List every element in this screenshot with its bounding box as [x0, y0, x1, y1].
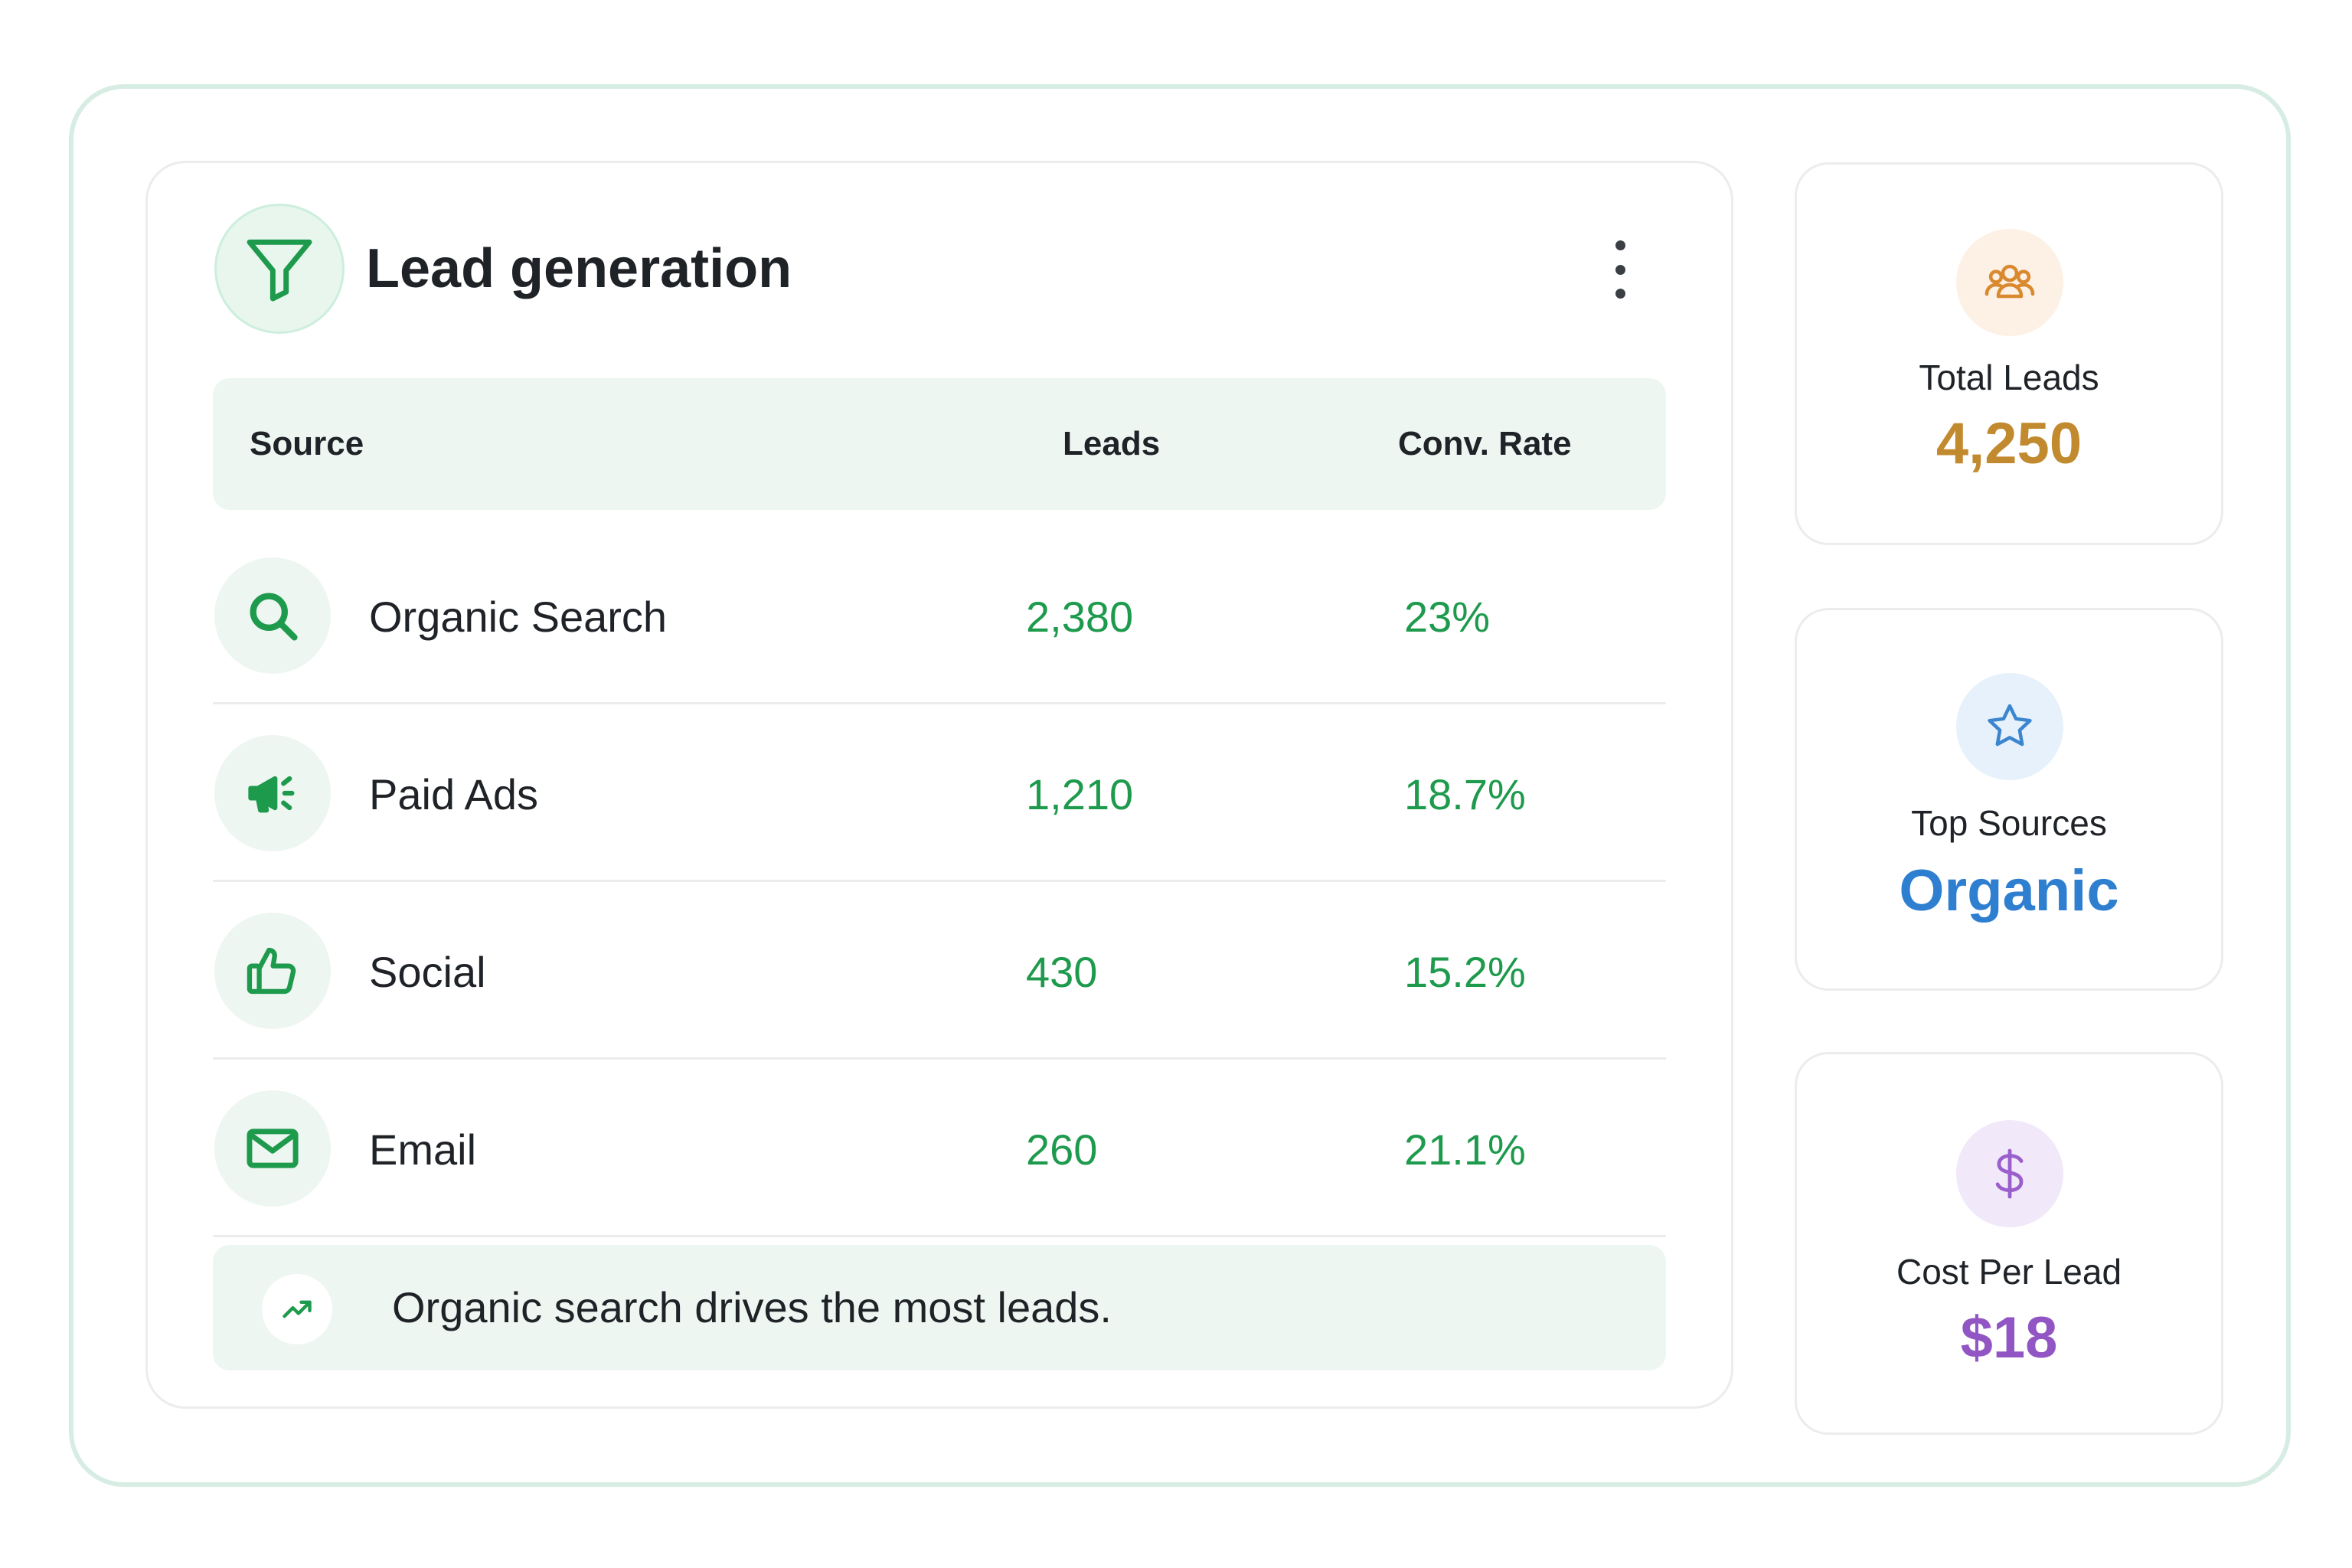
mail-icon	[214, 1090, 331, 1207]
megaphone-icon	[214, 735, 331, 851]
column-header-conv-rate: Conv. Rate	[1398, 425, 1572, 462]
page-title: Lead generation	[366, 238, 792, 299]
row-divider	[213, 702, 1666, 704]
top-sources-card: Top Sources Organic	[1795, 608, 2223, 991]
row-source: Social	[369, 948, 486, 996]
table-header: Source Leads Conv. Rate	[213, 378, 1666, 510]
row-source: Paid Ads	[369, 770, 539, 818]
row-conv-rate: 18.7%	[1404, 770, 1526, 818]
row-leads: 1,210	[1026, 770, 1134, 818]
more-options-button[interactable]	[1605, 240, 1635, 299]
row-leads: 260	[1026, 1125, 1098, 1174]
search-icon	[214, 557, 331, 674]
row-divider	[213, 1235, 1666, 1237]
star-icon	[1956, 673, 2063, 780]
funnel-icon	[214, 204, 345, 334]
row-conv-rate: 15.2%	[1404, 948, 1526, 996]
row-source: Email	[369, 1125, 477, 1174]
cost-per-lead-card: Cost Per Lead $18	[1795, 1052, 2223, 1435]
row-leads: 2,380	[1026, 593, 1134, 641]
stat-label: Total Leads	[1919, 358, 2099, 397]
table-row: Email 260 21.1%	[213, 1061, 1666, 1237]
insight-text: Organic search drives the most leads.	[392, 1283, 1112, 1331]
column-header-source: Source	[250, 425, 364, 462]
stat-value: Organic	[1899, 858, 2119, 923]
table-row: Social 430 15.2%	[213, 884, 1666, 1060]
row-divider	[213, 880, 1666, 882]
stat-value: 4,250	[1936, 411, 2082, 476]
row-leads: 430	[1026, 948, 1098, 996]
total-leads-card: Total Leads 4,250	[1795, 162, 2223, 545]
column-header-leads: Leads	[1063, 425, 1161, 462]
stat-label: Cost Per Lead	[1896, 1252, 2122, 1292]
row-source: Organic Search	[369, 593, 668, 641]
trending-up-icon	[262, 1274, 332, 1344]
row-conv-rate: 21.1%	[1404, 1125, 1526, 1174]
users-icon	[1956, 229, 2063, 336]
row-divider	[213, 1057, 1666, 1060]
thumbs-up-icon	[214, 913, 331, 1029]
insight-banner: Organic search drives the most leads.	[213, 1245, 1666, 1370]
stat-label: Top Sources	[1911, 803, 2107, 843]
dollar-icon	[1956, 1120, 2063, 1227]
table-row: Organic Search 2,380 23%	[213, 528, 1666, 704]
stat-value: $18	[1960, 1305, 2058, 1370]
table-row: Paid Ads 1,210 18.7%	[213, 706, 1666, 882]
row-conv-rate: 23%	[1404, 593, 1491, 641]
